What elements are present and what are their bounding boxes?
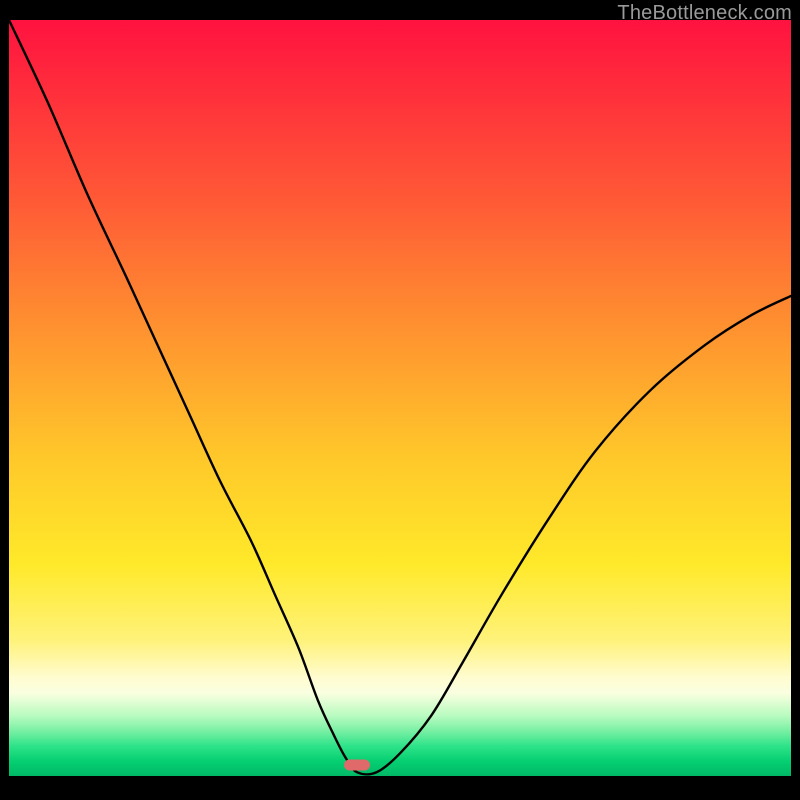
watermark-text: TheBottleneck.com	[617, 2, 792, 25]
bottleneck-curve	[9, 20, 791, 776]
chart-stage: TheBottleneck.com	[0, 0, 800, 800]
frame-bottom	[0, 776, 800, 800]
optimum-marker	[344, 759, 370, 770]
plot-area	[9, 20, 791, 776]
frame-right	[791, 0, 800, 800]
frame-left	[0, 0, 9, 800]
